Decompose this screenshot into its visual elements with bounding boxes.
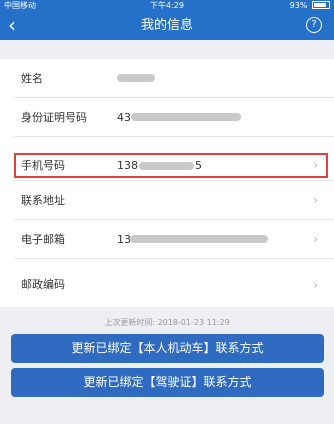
battery-icon [312,1,330,9]
email-value: 13 [117,233,131,246]
battery-status: 93% [290,0,330,11]
row-email[interactable]: 电子邮箱 13 › [0,220,334,259]
update-vehicle-contact-button[interactable]: 更新已绑定【本人机动车】联系方式 [11,334,324,363]
name-label: 姓名 [21,72,43,85]
chevron-right-icon: › [313,193,318,207]
email-label: 电子邮箱 [21,233,65,246]
update-license-contact-button[interactable]: 更新已绑定【驾驶证】联系方式 [11,368,324,397]
chevron-right-icon: › [313,278,318,292]
phone-highlight-box [14,153,328,178]
battery-percent: 93% [289,1,308,10]
status-bar: 中国移动 下午4:29 93% [0,0,334,11]
last-updated-text: 上次更新时间: 2018-01-23 11:29 [104,318,230,327]
id-number-value: 43 [117,111,131,124]
chevron-right-icon: › [313,232,318,246]
address-label: 联系地址 [21,194,65,207]
help-icon[interactable]: ? [306,17,322,33]
row-postcode[interactable]: 邮政编码 › [0,259,334,307]
postcode-label: 邮政编码 [21,278,65,291]
email-redacted [130,235,268,243]
row-name: 姓名 [0,59,334,98]
name-value-redacted [117,74,155,82]
row-address[interactable]: 联系地址 › [0,181,334,220]
page-title: 我的信息 [140,18,193,33]
id-number-redacted [131,113,241,121]
nav-bar: ‹ 我的信息 ? [0,11,334,40]
row-id-number: 身份证明号码 43 [0,98,334,137]
id-number-label: 身份证明号码 [21,111,87,124]
clock: 下午4:29 [150,1,184,10]
